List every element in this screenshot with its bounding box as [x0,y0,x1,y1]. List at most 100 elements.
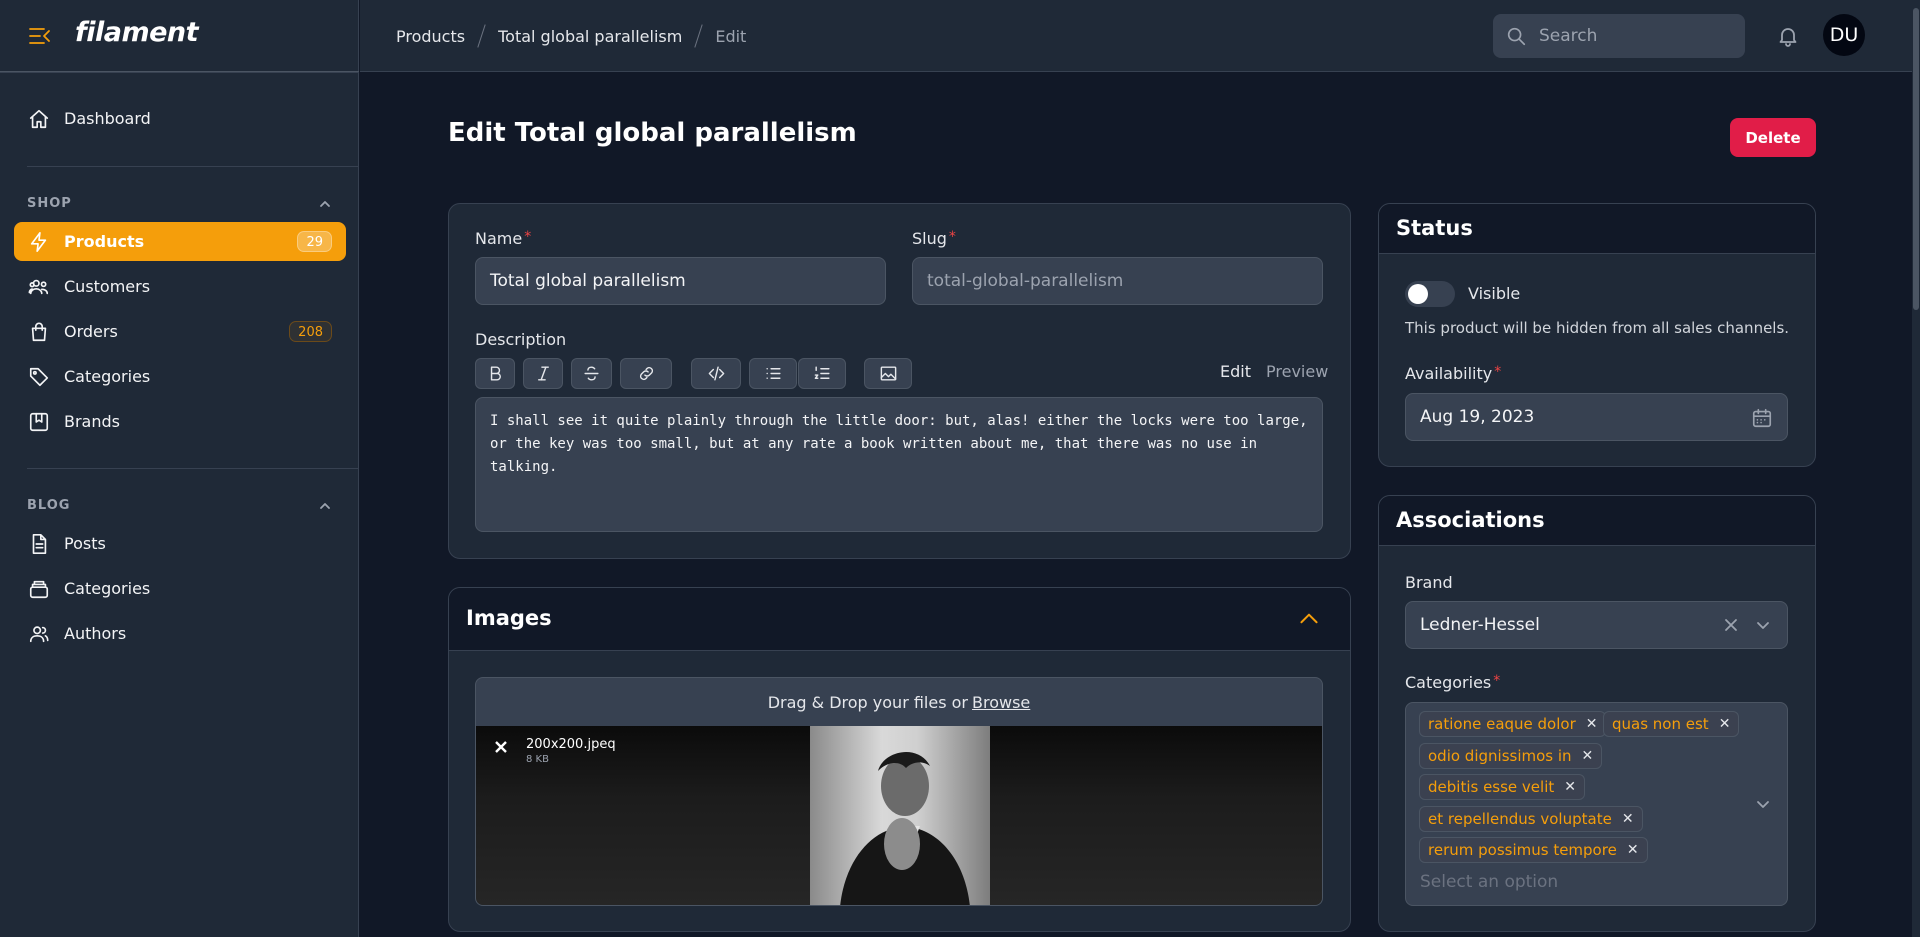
brand-select[interactable]: Ledner-Hessel [1405,601,1788,649]
editor-edit-tab[interactable]: Edit [1220,362,1251,381]
editor-preview-tab[interactable]: Preview [1266,362,1328,381]
sidebar-item-orders[interactable]: Orders 208 [14,312,346,351]
sidebar-item-categories[interactable]: Categories [14,357,346,396]
sidebar-item-label: Posts [64,534,106,553]
category-tag: rerum possimus tempore ✕ [1419,837,1648,863]
sidebar-item-label: Products [64,232,145,251]
brand-value: Ledner-Hessel [1420,615,1540,635]
categories-label: Categories * [1405,673,1501,692]
category-tag: et repellendus voluptate ✕ [1419,806,1643,832]
page-title: Edit Total global parallelism [448,118,857,148]
search-placeholder: Search [1539,26,1598,46]
remove-tag-icon[interactable]: ✕ [1719,716,1731,732]
bolt-icon [30,231,47,252]
user-avatar[interactable]: DU [1823,14,1865,56]
strike-button[interactable] [571,358,612,389]
sidebar-item-customers[interactable]: Customers [14,267,346,306]
document-text-icon [32,533,47,554]
user-group-icon [29,625,49,642]
global-search-input[interactable]: Search [1493,14,1745,58]
chevron-up-icon[interactable] [317,196,333,212]
associations-card-header: Associations [1379,496,1815,546]
bullet-list-button[interactable] [749,358,797,389]
sidebar-item-label: Brands [64,412,120,431]
home-icon [29,109,49,128]
sidebar-item-products[interactable]: Products 29 [14,222,346,261]
sidebar-item-label: Orders [64,322,118,341]
description-label: Description [475,330,567,349]
sidebar-item-authors[interactable]: Authors [14,614,346,653]
product-image-preview [810,726,990,905]
sidebar-item-brands[interactable]: Brands [14,402,346,441]
clear-icon[interactable] [1723,617,1739,633]
bookmark-square-icon [29,412,49,431]
numbered-list-icon [814,366,830,379]
bold-button[interactable] [475,358,515,389]
status-card-header: Status [1379,204,1815,254]
remove-tag-icon[interactable]: ✕ [1582,748,1594,764]
associations-title: Associations [1396,508,1545,532]
bold-icon [490,366,501,381]
tag-icon [29,367,49,386]
description-editor[interactable]: I shall see it quite plainly through the… [475,397,1323,532]
breadcrumb-item-record[interactable]: Total global parallelism [498,27,682,46]
delete-button[interactable]: Delete [1730,118,1816,157]
sidebar-header: filament [0,0,359,72]
chevron-up-icon[interactable] [1296,606,1322,632]
visible-label: Visible [1468,284,1521,303]
browse-link[interactable]: Browse [972,693,1030,712]
remove-tag-icon[interactable]: ✕ [1564,779,1576,795]
shopping-bag-icon [31,322,47,341]
app-root: filament Dashboard SHOP Products 29 Cust… [0,0,1920,937]
sidebar-divider [27,166,359,167]
breadcrumb-item-products[interactable]: Products [396,27,465,46]
sidebar-item-label: Dashboard [64,109,151,128]
visible-toggle[interactable] [1405,281,1455,307]
category-tag: debitis esse velit ✕ [1419,774,1585,800]
chevron-up-icon[interactable] [317,498,333,514]
italic-icon [537,366,549,381]
rectangle-stack-icon [29,580,49,598]
sidebar-item-label: Categories [64,579,151,598]
image-dropzone[interactable]: Drag & Drop your files or Browse 200x200.… [475,677,1323,906]
images-card-header[interactable]: Images [449,588,1350,651]
collapse-sidebar-icon[interactable] [28,26,52,46]
sidebar-item-label: Authors [64,624,127,643]
name-label: Name * [475,229,532,248]
remove-tag-icon[interactable]: ✕ [1586,716,1598,732]
sidebar-item-blog-categories[interactable]: Categories [14,569,346,608]
attach-image-button[interactable] [864,358,912,389]
scrollbar-thumb[interactable] [1913,8,1919,310]
visible-help-text: This product will be hidden from all sal… [1405,319,1790,337]
count-badge: 208 [289,321,332,342]
brand-label: Brand [1405,573,1453,592]
remove-tag-icon[interactable]: ✕ [1627,842,1639,858]
link-button[interactable] [620,358,672,389]
remove-file-icon[interactable] [494,740,508,754]
sidebar-item-posts[interactable]: Posts [14,524,346,563]
logo[interactable]: filament [75,17,199,48]
notifications-bell-icon[interactable] [1776,24,1800,48]
count-badge: 29 [297,231,332,252]
uploaded-file: 200x200.jpeq 8 KB [476,726,1322,905]
remove-tag-icon[interactable]: ✕ [1622,811,1634,827]
italic-button[interactable] [523,358,563,389]
calendar-icon [1752,408,1772,428]
slug-field: total-global-parallelism [912,257,1323,305]
dropzone-text: Drag & Drop your files or Browse [767,693,1031,712]
ordered-list-button[interactable] [798,358,846,389]
chevron-down-icon[interactable] [1755,796,1771,812]
categories-placeholder[interactable]: Select an option [1420,872,1558,892]
code-icon [708,366,724,381]
sidebar-item-dashboard[interactable]: Dashboard [14,99,346,138]
chevron-down-icon[interactable] [1755,617,1771,633]
availability-date-picker[interactable]: Aug 19, 2023 [1405,393,1788,441]
users-icon [28,279,49,294]
category-tag: quas non est ✕ [1603,711,1740,737]
availability-value: Aug 19, 2023 [1420,407,1535,427]
name-field[interactable]: Total global parallelism [475,257,886,305]
availability-label: Availability * [1405,364,1502,383]
code-button[interactable] [691,358,741,389]
portrait-image [840,752,970,905]
breadcrumb-separator [694,24,704,48]
